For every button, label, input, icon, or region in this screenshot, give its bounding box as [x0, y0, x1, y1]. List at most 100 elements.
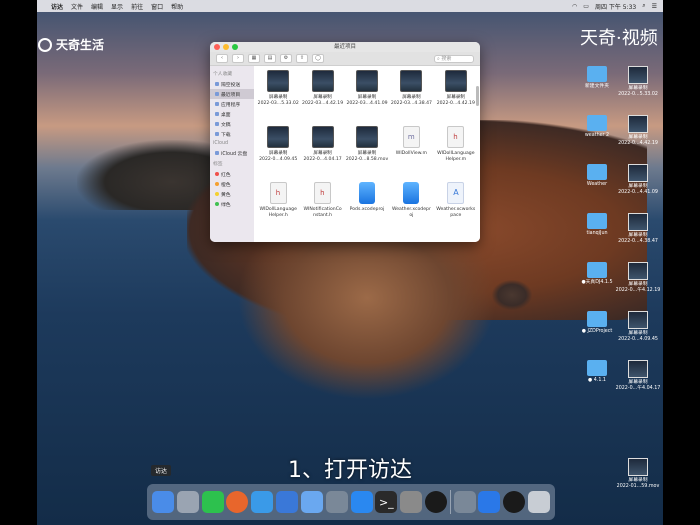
file-item[interactable]: 屏幕录制 2022-03...4.42.19 [300, 70, 344, 126]
desktop-video-file[interactable]: 屏幕录制 2022-0...午4.12.19 [615, 262, 661, 294]
desktop-video-file[interactable]: 屏幕录制 2022-0...5.33.02 [615, 66, 661, 98]
dock-firefox-icon[interactable] [226, 491, 249, 513]
desktop-folder[interactable]: ● 4.1.1 [574, 360, 620, 384]
menu-finder[interactable]: 访达 [51, 2, 63, 11]
desktop-video-file[interactable]: 屏幕录制 2022-0...4.42.19 [615, 115, 661, 147]
file-item[interactable]: 屏幕录制 2022-0...4.09.45 [256, 126, 300, 182]
desktop-video-file[interactable]: 屏幕录制 2022-0...午4.04.17 [615, 360, 661, 392]
dock-finder-folder-icon[interactable] [300, 491, 323, 513]
zoom-button[interactable] [232, 44, 238, 50]
forward-icon[interactable]: › [232, 54, 244, 63]
desktop-video-file[interactable]: 屏幕录制 2022-0...4.09.45 [615, 311, 661, 343]
cloud-icon [215, 151, 219, 155]
sidebar-item-applications[interactable]: 应用程序 [210, 99, 254, 109]
dock: >_ [147, 484, 555, 520]
sidebar-item-documents[interactable]: 文稿 [210, 119, 254, 129]
sidebar-tag-red[interactable]: 红色 [210, 169, 254, 179]
back-icon[interactable]: ‹ [216, 54, 228, 63]
dock-xcode-icon[interactable] [276, 491, 299, 513]
file-item[interactable]: WIDollView.m [389, 126, 433, 182]
file-item[interactable]: 屏幕录制 2022-03...5.33.02 [256, 70, 300, 126]
menu-help[interactable]: 帮助 [171, 2, 183, 11]
sidebar-item-downloads[interactable]: 下载 [210, 129, 254, 139]
desktop-icon-sublabel: 2022-0...午4.12.19 [615, 287, 661, 293]
applications-icon [215, 102, 219, 106]
dock-qq-browser-icon[interactable] [478, 491, 501, 513]
file-item[interactable]: 屏幕录制 2022-0...8.58.mov [345, 126, 389, 182]
scrollbar[interactable] [476, 86, 479, 106]
sidebar-item-icloud-drive[interactable]: iCloud 云盘 [210, 148, 254, 158]
finder-titlebar[interactable]: 最近项目 [210, 42, 480, 52]
watermark-logo-icon [38, 37, 52, 52]
sidebar-item-recents[interactable]: 最近项目 [210, 89, 254, 99]
close-button[interactable] [214, 44, 220, 50]
file-item[interactable]: 屏幕录制 2022-03...4.41.09 [345, 70, 389, 126]
sidebar-item-airdrop[interactable]: 隔空投送 [210, 79, 254, 89]
search-icon[interactable]: ⌕ [642, 2, 645, 10]
dock-app-store-icon[interactable] [350, 491, 373, 513]
desktop-folder[interactable]: ●天真DJ4.1.5 [574, 262, 620, 286]
dock-xcode-tools-icon[interactable] [453, 491, 476, 513]
file-item[interactable]: Weather.xcworkspace [434, 182, 478, 238]
menu-clock[interactable]: 周四 下午 5:33 [595, 2, 636, 11]
dock-wechat-icon[interactable] [201, 491, 224, 513]
video-thumbnail-icon [628, 262, 648, 280]
sidebar-item-label: 最近项目 [221, 92, 241, 98]
menu-view[interactable]: 显示 [111, 2, 123, 11]
file-item[interactable]: WINotificationConstant.h [300, 182, 344, 238]
file-item[interactable]: WIDollLanguageHelper.h [256, 182, 300, 238]
finder-window: 最近项目 ‹ › ▦ ▤ ⚙ ⇪ ◯ ⌕ 搜索 个人收藏 隔空投送 最近项目 应… [210, 42, 480, 242]
file-subname: 2022-03...5.33.02 [257, 100, 299, 106]
tag-icon[interactable]: ◯ [312, 54, 324, 63]
group-icon[interactable]: ▤ [264, 54, 276, 63]
dock-finder-icon[interactable] [152, 491, 174, 513]
desktop-video-file[interactable]: 屏幕录制 2022-0...4.41.09 [615, 164, 661, 196]
icon-view-icon[interactable]: ▦ [248, 54, 260, 63]
file-subname: pace [450, 212, 462, 218]
file-item[interactable]: WIDollLanguageHelper.m [434, 126, 478, 182]
desktop-folder[interactable]: tianqiJun [574, 213, 620, 237]
desktop-folder[interactable]: Weather [574, 164, 620, 188]
file-item[interactable]: Pods.xcodeproj [345, 182, 389, 238]
desktop-icon-sublabel: 2022-0...4.38.47 [618, 238, 658, 244]
file-item[interactable]: 屏幕录制 2022-0...4.42.19 [434, 70, 478, 126]
desktop-folder[interactable]: ● JZDProject [574, 311, 620, 335]
file-item[interactable]: 屏幕录制 2022-03...4.38.47 [389, 70, 433, 126]
dock-instruments-icon[interactable] [325, 491, 348, 513]
file-grid: 屏幕录制 2022-03...5.33.02 屏幕录制 2022-03...4.42.… [254, 66, 480, 242]
desktop-video-file[interactable]: 屏幕录制 2022-0...4.38.47 [615, 213, 661, 245]
menu-edit[interactable]: 编辑 [91, 2, 103, 11]
sidebar-item-desktop[interactable]: 桌面 [210, 109, 254, 119]
menu-window[interactable]: 窗口 [151, 2, 163, 11]
video-thumbnail-icon [628, 213, 648, 231]
menu-file[interactable]: 文件 [71, 2, 83, 11]
clock-icon [215, 92, 219, 96]
control-center-icon[interactable]: ☰ [652, 3, 657, 10]
minimize-button[interactable] [223, 44, 229, 50]
dock-trash-icon[interactable] [528, 491, 550, 513]
dock-launchpad-icon[interactable] [176, 491, 199, 513]
file-subname: 2022-0...4.42.19 [436, 100, 475, 106]
file-item[interactable]: 屏幕录制 2022-0...4.04.17 [300, 126, 344, 182]
dock-qq-2-icon[interactable] [503, 491, 526, 513]
folder-icon [587, 360, 607, 376]
dock-safari-icon[interactable] [251, 491, 274, 513]
desktop-icon-label: tianqiJun [586, 231, 608, 236]
letterbox-left [0, 0, 37, 525]
search-field[interactable]: ⌕ 搜索 [434, 54, 474, 63]
menu-go[interactable]: 前往 [131, 2, 143, 11]
desktop-folder[interactable]: weather 2 [574, 115, 620, 139]
sidebar-tag-green[interactable]: 绿色 [210, 199, 254, 209]
dock-terminal-icon[interactable]: >_ [375, 491, 398, 513]
sidebar-tag-orange[interactable]: 橙色 [210, 179, 254, 189]
share-icon[interactable]: ⇪ [296, 54, 308, 63]
sidebar-tag-yellow[interactable]: 黄色 [210, 189, 254, 199]
video-thumbnail-icon [355, 126, 378, 148]
gear-icon[interactable]: ⚙ [280, 54, 292, 63]
dock-qq-icon[interactable] [424, 491, 447, 513]
wifi-icon[interactable]: ◠ [572, 3, 577, 10]
desktop-folder[interactable]: 新建文件夹 [574, 66, 620, 90]
file-item[interactable]: Weather.xcodepr oj [389, 182, 433, 238]
battery-icon[interactable]: ▭ [583, 3, 589, 10]
dock-preferences-icon[interactable] [400, 491, 423, 513]
